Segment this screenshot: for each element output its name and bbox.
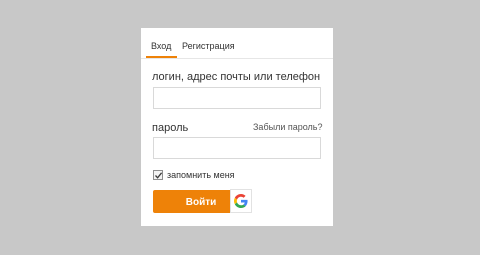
tab-register[interactable]: Регистрация: [182, 41, 235, 51]
auth-tabs: Вход Регистрация: [141, 28, 333, 59]
forgot-password-link[interactable]: Забыли пароль?: [253, 122, 322, 132]
password-input[interactable]: [153, 137, 321, 159]
tab-login[interactable]: Вход: [151, 41, 171, 51]
checkmark-icon: [155, 172, 163, 179]
password-field-label: пароль: [152, 122, 189, 134]
google-icon: [234, 194, 248, 208]
login-input[interactable]: [153, 87, 321, 109]
login-field-label: логин, адрес почты или телефон: [152, 71, 321, 83]
remember-me-label: запомнить меня: [167, 170, 235, 180]
login-card: Вход Регистрация логин, адрес почты или …: [141, 28, 333, 226]
remember-me-checkbox[interactable]: [153, 170, 163, 180]
google-login-button[interactable]: [230, 189, 252, 213]
active-tab-indicator: [146, 56, 177, 58]
